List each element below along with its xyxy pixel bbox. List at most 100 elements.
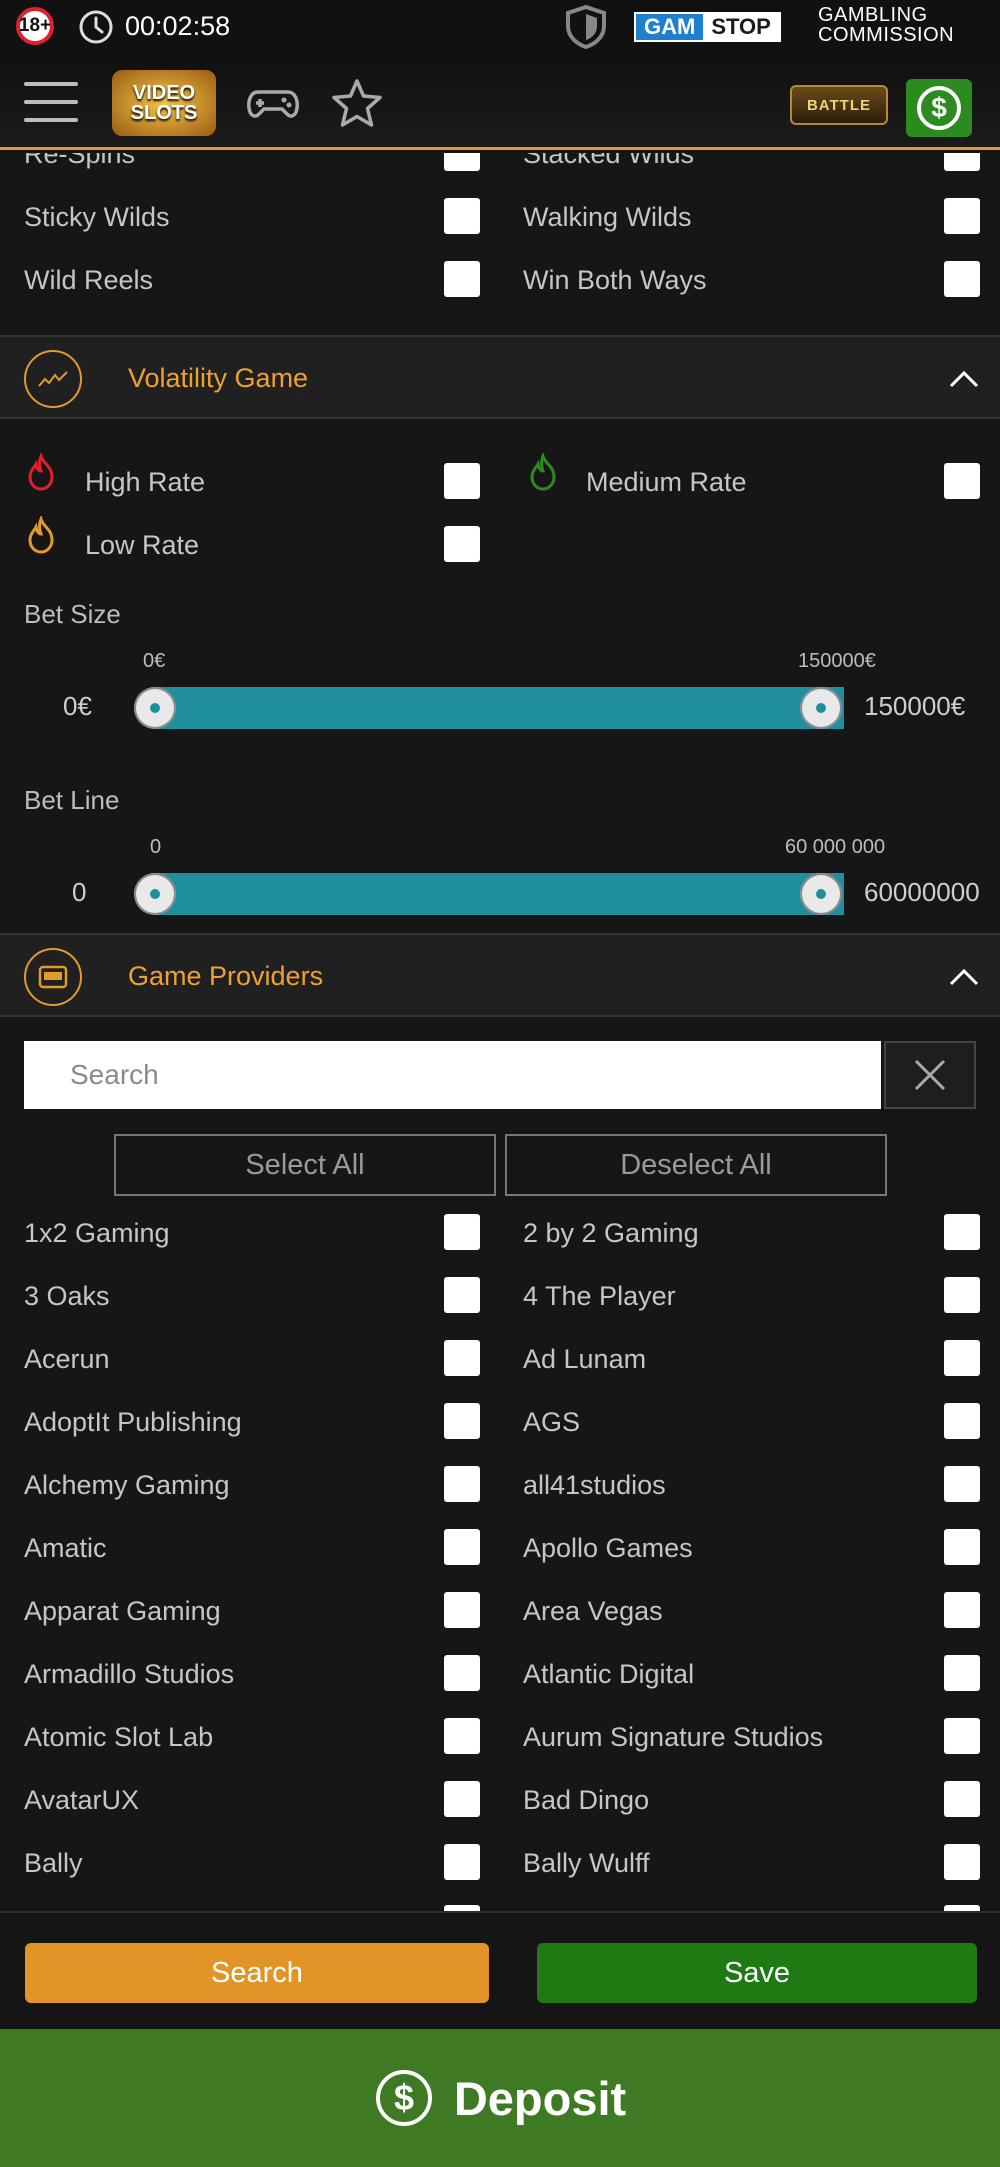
- filter-option-label: Atomic Slot Lab: [24, 1722, 214, 1752]
- star-icon[interactable]: [330, 78, 384, 128]
- filter-option-checkbox[interactable]: [944, 1844, 980, 1880]
- bet-size-max-top: 150000€: [798, 650, 876, 672]
- filter-option-checkbox[interactable]: [944, 1718, 980, 1754]
- filter-option-label: Amatic: [24, 1533, 107, 1563]
- filter-option-label: Apparat Gaming: [24, 1596, 221, 1626]
- high-rate-label: High Rate: [85, 467, 206, 497]
- game-providers-title: Game Providers: [128, 961, 324, 991]
- filter-panel[interactable]: Re-Spins Stacked Wilds Sticky Wilds Walking…: [0, 153, 1000, 1911]
- high-rate-checkbox[interactable]: [444, 463, 480, 499]
- deposit-label: Deposit: [453, 2071, 627, 2125]
- filter-option-checkbox[interactable]: [944, 1403, 980, 1439]
- chevron-up-icon[interactable]: [948, 367, 980, 389]
- filter-option-checkbox[interactable]: [944, 1466, 980, 1502]
- filter-option-checkbox[interactable]: [444, 1403, 480, 1439]
- medium-rate-label: Medium Rate: [586, 467, 747, 497]
- bet-size-min-handle[interactable]: [134, 687, 176, 729]
- filter-option-checkbox[interactable]: [944, 1655, 980, 1691]
- filter-option-label: Re-Spins: [24, 153, 136, 169]
- status-time: 00:02:58: [125, 11, 231, 41]
- app-header: VIDEO SLOTS BATTLE $: [0, 52, 1000, 150]
- deposit-button[interactable]: $ Deposit: [0, 2029, 1000, 2167]
- bet-line-max-handle[interactable]: [800, 873, 842, 915]
- menu-icon[interactable]: [24, 82, 78, 122]
- deselect-all-button[interactable]: Deselect All: [505, 1134, 887, 1196]
- bet-size-max-handle[interactable]: [800, 687, 842, 729]
- chevron-up-icon[interactable]: [948, 965, 980, 987]
- filter-actions-bar: Search Save: [0, 1911, 1000, 2029]
- bet-line-min-handle[interactable]: [134, 873, 176, 915]
- filter-option-label: all41studios: [523, 1470, 666, 1500]
- filter-option-checkbox[interactable]: [944, 1592, 980, 1628]
- filter-option-checkbox[interactable]: [944, 1781, 980, 1817]
- filter-option-checkbox[interactable]: [944, 198, 980, 234]
- filter-option-label: Acerun: [24, 1344, 110, 1374]
- filter-option-checkbox[interactable]: [944, 1277, 980, 1313]
- filter-option-label: Bally Wulff: [523, 1848, 650, 1878]
- filter-option-checkbox[interactable]: [444, 1718, 480, 1754]
- filter-option-checkbox[interactable]: [444, 1466, 480, 1502]
- filter-option-checkbox[interactable]: [444, 1655, 480, 1691]
- flame-icon: [530, 453, 556, 491]
- bet-size-label: Bet Size: [24, 599, 121, 629]
- filter-option-checkbox[interactable]: [444, 1214, 480, 1250]
- filter-option-checkbox[interactable]: [944, 153, 980, 171]
- filter-option-checkbox[interactable]: [444, 1340, 480, 1376]
- cashier-button[interactable]: $: [906, 79, 972, 137]
- filter-option-checkbox[interactable]: [944, 261, 980, 297]
- filter-option-checkbox[interactable]: [944, 1214, 980, 1250]
- filter-option-label: Ad Lunam: [523, 1344, 647, 1374]
- filter-option-label: AdoptIt Publishing: [24, 1407, 242, 1437]
- close-icon: [914, 1059, 946, 1091]
- bet-line-label: Bet Line: [24, 785, 120, 815]
- filter-option-label: 2 by 2 Gaming: [523, 1218, 699, 1248]
- filter-option-label: Aurum Signature Studios: [523, 1722, 824, 1752]
- shield-icon: [566, 4, 606, 50]
- filter-option-label: AvatarUX: [24, 1785, 140, 1815]
- medium-rate-checkbox[interactable]: [944, 463, 980, 499]
- filter-option-checkbox[interactable]: [944, 1529, 980, 1565]
- gamepad-icon[interactable]: [246, 78, 300, 128]
- status-bar: 18+ 00:02:58 GAM STOP GAMBLING COMMISSIO…: [0, 0, 1000, 52]
- filter-option-checkbox[interactable]: [444, 1277, 480, 1313]
- filter-option-checkbox[interactable]: [444, 1781, 480, 1817]
- provider-search-input[interactable]: [24, 1041, 881, 1109]
- filter-option-label: Bad Dingo: [523, 1785, 650, 1815]
- gambling-commission-logo: GAMBLING COMMISSION: [818, 4, 955, 46]
- filter-option-label: AGS: [523, 1407, 581, 1437]
- low-rate-checkbox[interactable]: [444, 526, 480, 562]
- filter-option-label: Win Both Ways: [523, 265, 707, 295]
- filter-option-label: Atlantic Digital: [523, 1659, 695, 1689]
- filter-option-checkbox[interactable]: [444, 1592, 480, 1628]
- save-button[interactable]: Save: [537, 1943, 977, 2003]
- bet-line-min-top: 0: [150, 836, 162, 858]
- filter-option-label: Alchemy Gaming: [24, 1470, 230, 1500]
- filter-option-label: Walking Wilds: [523, 202, 692, 232]
- bet-size-max-value: 150000€: [864, 691, 966, 721]
- gamstop-logo: GAM STOP: [634, 12, 781, 42]
- filter-option-label: Armadillo Studios: [24, 1659, 235, 1689]
- filter-option-checkbox[interactable]: [444, 153, 480, 171]
- filter-option-checkbox[interactable]: [444, 1844, 480, 1880]
- game-providers-section-header[interactable]: Game Providers: [0, 933, 1000, 1017]
- bet-line-max-value: 60000000: [864, 877, 980, 907]
- age-18-icon: 18+: [16, 7, 54, 45]
- search-button[interactable]: Search: [25, 1943, 489, 2003]
- filter-option-checkbox[interactable]: [444, 198, 480, 234]
- select-all-button[interactable]: Select All: [114, 1134, 496, 1196]
- battle-of-slots-logo[interactable]: BATTLE: [790, 85, 888, 125]
- filter-option-checkbox[interactable]: [944, 1340, 980, 1376]
- svg-text:$: $: [931, 92, 947, 123]
- clear-search-button[interactable]: [884, 1041, 976, 1109]
- filter-option-label: Stacked Wilds: [523, 153, 695, 169]
- bet-line-slider[interactable]: [134, 873, 844, 915]
- videoslots-logo[interactable]: VIDEO SLOTS: [112, 70, 216, 136]
- filter-option-label: 3 Oaks: [24, 1281, 110, 1311]
- bet-size-slider[interactable]: [134, 687, 844, 729]
- filter-option-checkbox[interactable]: [444, 261, 480, 297]
- filter-option-label: Bally: [24, 1848, 83, 1878]
- bet-line-min-value: 0: [72, 877, 87, 907]
- bet-line-max-top: 60 000 000: [785, 836, 886, 858]
- filter-option-checkbox[interactable]: [444, 1529, 480, 1565]
- volatility-section-header[interactable]: Volatility Game: [0, 335, 1000, 419]
